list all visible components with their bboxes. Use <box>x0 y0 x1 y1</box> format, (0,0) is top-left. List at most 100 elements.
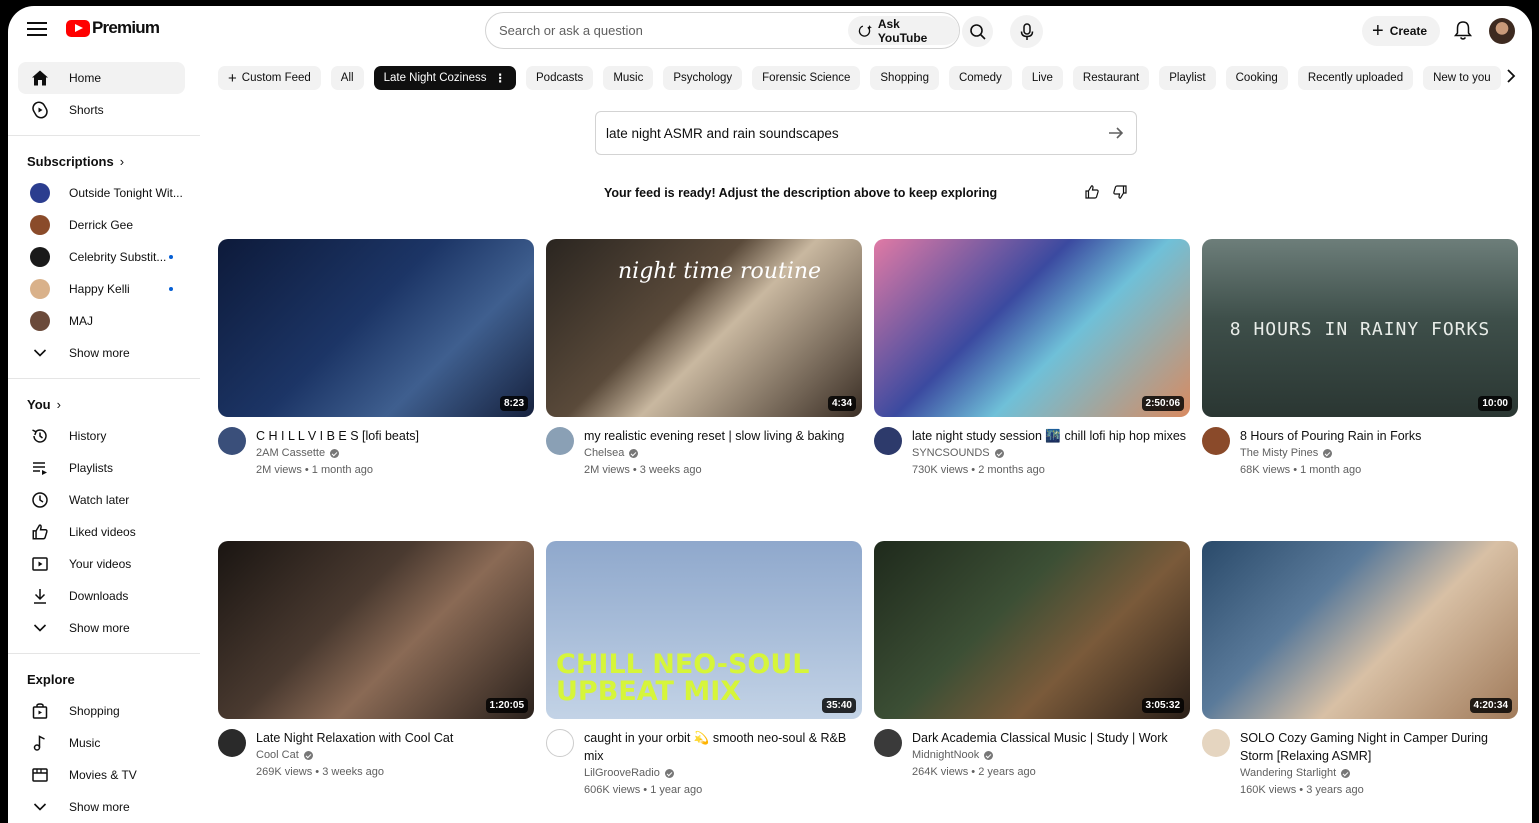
chip-live[interactable]: Live <box>1021 66 1063 90</box>
chip-late-night-coziness[interactable]: Late Night Coziness ⋮ <box>373 66 516 90</box>
channel-name[interactable]: Wandering Starlight <box>1240 765 1336 782</box>
channel-avatar[interactable] <box>218 729 246 757</box>
chip-cooking[interactable]: Cooking <box>1225 66 1288 90</box>
history-icon <box>30 426 50 446</box>
subscriptions-show-more[interactable]: Show more <box>18 337 185 369</box>
video-card[interactable]: 8:23 C H I L L V I B E S [lofi beats] 2AM … <box>218 239 534 479</box>
video-card[interactable]: 1:20:05 Late Night Relaxation with Cool C… <box>218 541 534 781</box>
sidebar-item-movies-tv[interactable]: Movies & TV <box>18 759 185 791</box>
filter-chips-bar: + Custom Feed All Late Night Coziness ⋮ Podca… <box>218 66 1501 90</box>
chip-restaurant[interactable]: Restaurant <box>1072 66 1150 90</box>
subscription-label: Outside Tonight Wit... <box>69 186 183 200</box>
video-card[interactable]: 2:50:06 late night study session 🌃 chill … <box>874 239 1190 479</box>
channel-name[interactable]: Cool Cat <box>256 747 299 764</box>
video-title[interactable]: C H I L L V I B E S [lofi beats] <box>256 427 534 445</box>
sidebar-item-your-videos[interactable]: Your videos <box>18 548 185 580</box>
channel-avatar[interactable] <box>874 729 902 757</box>
channel-avatar[interactable] <box>874 427 902 455</box>
you-title: You <box>27 396 51 412</box>
channel-name-row: 2AM Cassette <box>256 445 534 462</box>
channel-avatar[interactable] <box>546 729 574 757</box>
channel-name[interactable]: Chelsea <box>584 445 624 462</box>
video-thumbnail[interactable]: 8 HOURS IN RAINY FORKS 10:00 <box>1202 239 1518 417</box>
submit-arrow-icon[interactable] <box>1107 124 1125 145</box>
chip-playlist[interactable]: Playlist <box>1159 66 1216 90</box>
video-title[interactable]: Dark Academia Classical Music | Study | … <box>912 729 1190 747</box>
sidebar-item-downloads[interactable]: Downloads <box>18 580 185 612</box>
chip-shopping[interactable]: Shopping <box>870 66 939 90</box>
chip-label: Comedy <box>958 72 1002 84</box>
channel-avatar[interactable] <box>546 427 574 455</box>
sidebar-item-shopping[interactable]: Shopping <box>18 695 185 727</box>
video-thumbnail[interactable]: 2:50:06 <box>874 239 1190 417</box>
channel-avatar[interactable] <box>1202 729 1230 757</box>
account-avatar[interactable] <box>1489 18 1515 44</box>
sidebar-item-playlists[interactable]: Playlists <box>18 452 185 484</box>
video-thumbnail[interactable]: 8:23 <box>218 239 534 417</box>
video-card[interactable]: 8 HOURS IN RAINY FORKS 10:00 8 Hours of Po… <box>1202 239 1518 479</box>
chip-comedy[interactable]: Comedy <box>948 66 1012 90</box>
video-title[interactable]: late night study session 🌃 chill lofi hi… <box>912 427 1190 445</box>
channel-name-row: Cool Cat <box>256 747 534 764</box>
video-title[interactable]: Late Night Relaxation with Cool Cat <box>256 729 534 747</box>
chip-recently-uploaded[interactable]: Recently uploaded <box>1297 66 1414 90</box>
channel-avatar[interactable] <box>218 427 246 455</box>
chip-music[interactable]: Music <box>603 66 654 90</box>
video-title[interactable]: my realistic evening reset | slow living… <box>584 427 862 445</box>
sidebar-item-shorts[interactable]: Shorts <box>18 94 185 126</box>
subscriptions-heading[interactable]: Subscriptions › <box>8 145 203 177</box>
channel-avatar[interactable] <box>1202 427 1230 455</box>
chip-podcasts[interactable]: Podcasts <box>526 66 594 90</box>
channel-name[interactable]: SYNCSOUNDS <box>912 445 990 462</box>
ask-youtube-button[interactable]: Ask YouTube <box>848 16 959 45</box>
subscription-item[interactable]: MAJ <box>18 305 185 337</box>
kebab-menu-icon[interactable]: ⋮ <box>495 71 507 85</box>
video-card[interactable]: 4:20:34 SOLO Cozy Gaming Night in Camper … <box>1202 541 1518 799</box>
thumbs-up-icon[interactable] <box>1084 184 1100 205</box>
chip-psychology[interactable]: Psychology <box>663 66 743 90</box>
video-title[interactable]: SOLO Cozy Gaming Night in Camper During … <box>1240 729 1518 765</box>
explore-show-more[interactable]: Show more <box>18 791 185 823</box>
sidebar-item-home[interactable]: Home <box>18 62 185 94</box>
video-thumbnail[interactable]: CHILL NEO-SOUL UPBEAT MIX 35:40 <box>546 541 862 719</box>
subscription-item[interactable]: Derrick Gee <box>18 209 185 241</box>
video-card[interactable]: CHILL NEO-SOUL UPBEAT MIX 35:40 caught in … <box>546 541 862 799</box>
hamburger-menu-icon[interactable] <box>25 18 49 42</box>
voice-search-button[interactable] <box>1010 15 1043 48</box>
video-thumbnail[interactable]: 3:05:32 <box>874 541 1190 719</box>
video-thumbnail[interactable]: 4:20:34 <box>1202 541 1518 719</box>
video-thumbnail[interactable]: 1:20:05 <box>218 541 534 719</box>
channel-name[interactable]: 2AM Cassette <box>256 445 325 462</box>
notifications-bell-icon[interactable] <box>1453 20 1473 46</box>
sidebar-item-liked-videos[interactable]: Liked videos <box>18 516 185 548</box>
sidebar-item-watch-later[interactable]: Watch later <box>18 484 185 516</box>
video-card[interactable]: 3:05:32 Dark Academia Classical Music | S… <box>874 541 1190 781</box>
you-heading[interactable]: You › <box>8 388 203 420</box>
subscription-item[interactable]: Outside Tonight Wit... <box>18 177 185 209</box>
video-card[interactable]: night time routine 4:34 my realistic eveni… <box>546 239 862 479</box>
video-title[interactable]: 8 Hours of Pouring Rain in Forks <box>1240 427 1518 445</box>
sidebar-item-music[interactable]: Music <box>18 727 185 759</box>
subscription-item[interactable]: Celebrity Substit... <box>18 241 185 273</box>
video-title[interactable]: caught in your orbit 💫 smooth neo-soul &… <box>584 729 862 765</box>
video-thumbnail[interactable]: night time routine 4:34 <box>546 239 862 417</box>
chip-new-to-you[interactable]: New to you <box>1423 66 1501 90</box>
explore-title: Explore <box>27 671 75 687</box>
search-input[interactable] <box>486 23 826 38</box>
channel-name[interactable]: MidnightNook <box>912 747 979 764</box>
chip-all[interactable]: All <box>330 66 364 90</box>
channel-name-row: The Misty Pines <box>1240 445 1518 462</box>
you-show-more[interactable]: Show more <box>18 612 185 644</box>
chip-forensic-science[interactable]: Forensic Science <box>752 66 861 90</box>
channel-name[interactable]: The Misty Pines <box>1240 445 1318 462</box>
subscription-item[interactable]: Happy Kelli <box>18 273 185 305</box>
chip-custom-feed[interactable]: + Custom Feed <box>218 66 321 90</box>
channel-name[interactable]: LilGrooveRadio <box>584 765 660 782</box>
youtube-premium-logo[interactable]: Premium <box>66 18 160 38</box>
sidebar-item-history[interactable]: History <box>18 420 185 452</box>
thumbs-down-icon[interactable] <box>1112 184 1128 205</box>
search-button[interactable] <box>962 16 993 47</box>
feed-description-input[interactable]: late night ASMR and rain soundscapes <box>595 111 1137 155</box>
chips-next-arrow-icon[interactable] <box>1505 68 1517 89</box>
create-button[interactable]: + Create <box>1362 16 1441 46</box>
